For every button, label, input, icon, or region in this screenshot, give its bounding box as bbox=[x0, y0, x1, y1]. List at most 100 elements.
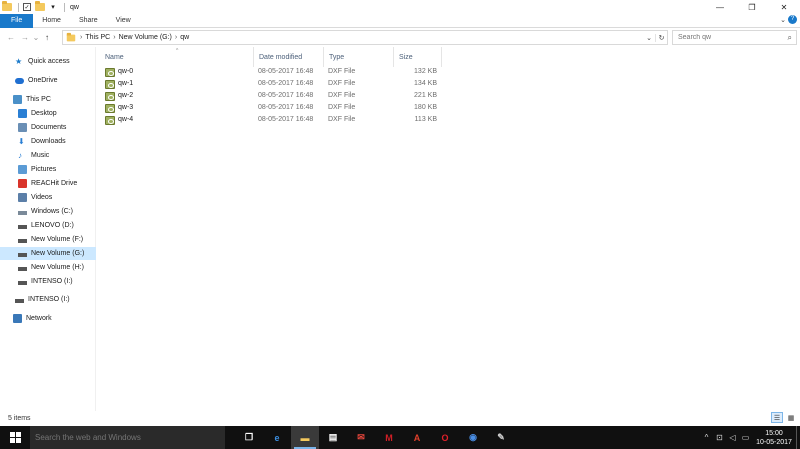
help-button[interactable]: ? bbox=[788, 15, 797, 24]
sidebar-item[interactable]: Network bbox=[0, 312, 96, 325]
table-row[interactable]: qw-4 08-05-2017 16:48 DXF File 113 KB bbox=[100, 115, 445, 127]
recent-locations-button[interactable]: ⌄ bbox=[32, 31, 40, 45]
tab-share[interactable]: Share bbox=[70, 14, 107, 28]
sidebar-item-label: Desktop bbox=[31, 110, 57, 117]
address-dropdown-button[interactable]: ⌄ bbox=[643, 34, 655, 42]
minimize-button[interactable]: — bbox=[704, 0, 736, 14]
customize-toolbar-dropdown[interactable]: ▾ bbox=[48, 2, 58, 12]
toolbar-divider bbox=[64, 2, 65, 12]
refresh-button[interactable]: ↻ bbox=[655, 33, 667, 42]
file-type: DXF File bbox=[328, 104, 356, 111]
task-view-taskbar-button[interactable]: ❐ bbox=[235, 426, 263, 449]
edge-taskbar-button[interactable]: e bbox=[263, 426, 291, 449]
sidebar-item[interactable]: New Volume (G:) bbox=[0, 247, 96, 260]
sidebar-item[interactable]: INTENSO (I:) bbox=[0, 293, 96, 306]
chrome-taskbar-button[interactable]: ◉ bbox=[459, 426, 487, 449]
breadcrumb-qw[interactable]: qw bbox=[180, 34, 189, 41]
sidebar-item[interactable]: Videos bbox=[0, 191, 96, 204]
new-folder-button[interactable] bbox=[35, 1, 45, 12]
show-hidden-icons-button[interactable]: ^ bbox=[700, 433, 713, 442]
status-bar: 5 items ☰ ▦ bbox=[0, 411, 800, 426]
forward-button[interactable]: → bbox=[18, 31, 32, 45]
dxf-file-icon bbox=[105, 80, 115, 89]
column-header-date-modified[interactable]: Date modified bbox=[254, 47, 324, 67]
file-list: ^ Name Date modified Type Size qw-0 08-05… bbox=[100, 47, 800, 411]
taskbar-search-input[interactable] bbox=[35, 433, 215, 442]
mcafee-taskbar-button[interactable]: M bbox=[375, 426, 403, 449]
sidebar-item[interactable]: This PC bbox=[0, 93, 96, 106]
search-input[interactable] bbox=[678, 34, 783, 41]
sidebar-item[interactable]: LENOVO (D:) bbox=[0, 219, 96, 232]
file-date-modified: 08-05-2017 16:48 bbox=[258, 116, 314, 123]
sidebar-item-label: Quick access bbox=[28, 58, 70, 65]
file-explorer-taskbar-button[interactable]: ▬ bbox=[291, 426, 319, 449]
sidebar-item[interactable]: ⬇ Downloads bbox=[0, 135, 96, 148]
edge-icon: e bbox=[274, 432, 280, 443]
network-icon[interactable]: ⊡ bbox=[713, 433, 726, 442]
clock-time: 15:00 bbox=[765, 429, 783, 437]
toolbar-divider bbox=[18, 2, 19, 12]
sidebar-item[interactable]: ♪ Music bbox=[0, 149, 96, 162]
sidebar-item[interactable]: ★ Quick access bbox=[0, 55, 96, 68]
sidebar-item[interactable]: Documents bbox=[0, 121, 96, 134]
sidebar-item[interactable]: New Volume (H:) bbox=[0, 261, 96, 274]
file-date-modified: 08-05-2017 16:48 bbox=[258, 80, 314, 87]
view-switcher: ☰ ▦ bbox=[769, 412, 797, 423]
pictures-icon bbox=[18, 165, 27, 174]
up-button[interactable]: ↑ bbox=[40, 31, 54, 45]
acrobat-taskbar-button[interactable]: A bbox=[403, 426, 431, 449]
table-row[interactable]: qw-2 08-05-2017 16:48 DXF File 221 KB bbox=[100, 91, 445, 103]
table-row[interactable]: qw-3 08-05-2017 16:48 DXF File 180 KB bbox=[100, 103, 445, 115]
volume-icon[interactable]: ◁ bbox=[726, 433, 739, 442]
opera-icon: O bbox=[441, 432, 449, 443]
address-bar[interactable]: › This PC › New Volume (G:) › qw ⌄ ↻ bbox=[62, 30, 668, 45]
clock[interactable]: 15:00 10-05-2017 bbox=[752, 429, 796, 447]
maximize-button[interactable]: ❐ bbox=[736, 0, 768, 14]
drive-icon bbox=[18, 239, 27, 243]
tab-view[interactable]: View bbox=[107, 14, 140, 28]
opera-taskbar-button[interactable]: O bbox=[431, 426, 459, 449]
sidebar-item[interactable]: INTENSO (I:) bbox=[0, 275, 96, 288]
action-center-icon[interactable]: ▭ bbox=[739, 433, 752, 442]
drive-icon bbox=[18, 225, 27, 229]
network-icon bbox=[13, 314, 22, 323]
start-button[interactable] bbox=[0, 426, 30, 449]
paint-taskbar-button[interactable]: ✎ bbox=[487, 426, 515, 449]
file-type: DXF File bbox=[328, 92, 356, 99]
table-row[interactable]: qw-1 08-05-2017 16:48 DXF File 134 KB bbox=[100, 79, 445, 91]
close-button[interactable]: ✕ bbox=[768, 0, 800, 14]
folder-icon bbox=[2, 1, 12, 12]
breadcrumb-separator: › bbox=[113, 34, 116, 41]
sidebar-item-label: New Volume (F:) bbox=[31, 236, 84, 243]
store-taskbar-button[interactable]: ▤ bbox=[319, 426, 347, 449]
sidebar-item-label: INTENSO (I:) bbox=[28, 296, 70, 303]
column-header-size[interactable]: Size bbox=[394, 47, 442, 67]
details-view-button[interactable]: ☰ bbox=[771, 412, 783, 423]
music-icon: ♪ bbox=[18, 151, 22, 160]
tab-home[interactable]: Home bbox=[33, 14, 70, 28]
mail-taskbar-button[interactable]: ✉ bbox=[347, 426, 375, 449]
sidebar-item[interactable]: Desktop bbox=[0, 107, 96, 120]
large-icons-view-button[interactable]: ▦ bbox=[785, 412, 797, 423]
sidebar-item[interactable]: OneDrive bbox=[0, 74, 96, 87]
properties-button[interactable]: ✓ bbox=[22, 2, 32, 12]
file-size: 113 KB bbox=[414, 116, 437, 123]
file-type: DXF File bbox=[328, 68, 356, 75]
column-header-type[interactable]: Type bbox=[324, 47, 394, 67]
tab-file[interactable]: File bbox=[0, 13, 34, 28]
sidebar-item[interactable]: REACHit Drive bbox=[0, 177, 96, 190]
navigation-bar: ← → ⌄ ↑ › This PC › New Volume (G:) › qw… bbox=[0, 29, 800, 46]
breadcrumb-this-pc[interactable]: This PC bbox=[85, 34, 110, 41]
show-desktop-button[interactable] bbox=[796, 426, 800, 449]
sidebar-item[interactable]: Pictures bbox=[0, 163, 96, 176]
table-row[interactable]: qw-0 08-05-2017 16:48 DXF File 132 KB bbox=[100, 67, 445, 79]
reachit-icon bbox=[18, 179, 27, 188]
breadcrumb-new-volume-g[interactable]: New Volume (G:) bbox=[119, 34, 172, 41]
back-button[interactable]: ← bbox=[4, 31, 18, 45]
clock-date: 10-05-2017 bbox=[756, 438, 792, 446]
sidebar-item[interactable]: Windows (C:) bbox=[0, 205, 96, 218]
expand-ribbon-button[interactable]: ⌄ bbox=[780, 16, 786, 24]
column-header-name[interactable]: Name bbox=[100, 47, 254, 67]
sidebar-item[interactable]: New Volume (F:) bbox=[0, 233, 96, 246]
file-size: 134 KB bbox=[414, 80, 437, 87]
